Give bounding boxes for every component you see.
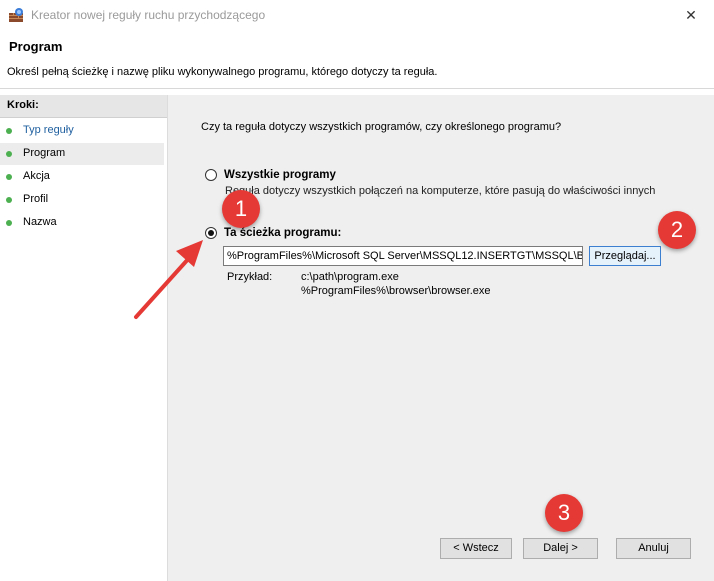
- annotation-badge-1: 1: [222, 190, 260, 228]
- annotation-arrow-icon: [134, 240, 203, 319]
- wizard-window: Kreator nowej reguły ruchu przychodząceg…: [0, 0, 714, 581]
- annotation-badge-2: 2: [658, 211, 696, 249]
- annotation-badge-3: 3: [545, 494, 583, 532]
